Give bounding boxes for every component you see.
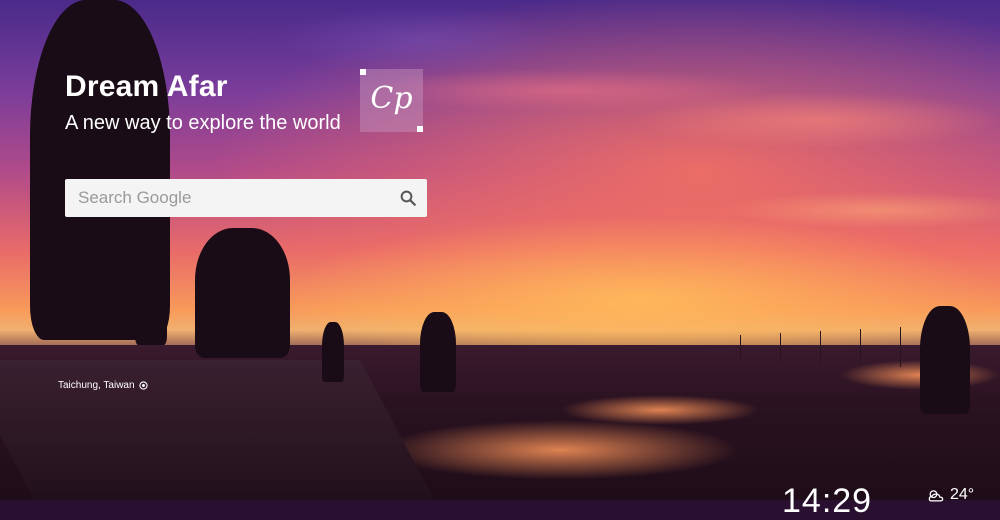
app-tagline: A new way to explore the world	[65, 112, 341, 134]
fence-pole	[820, 331, 821, 363]
location-target-icon[interactable]	[138, 381, 148, 390]
logo-corner	[360, 69, 366, 75]
clock-time: 14:29	[782, 482, 873, 520]
app-title: Dream Afar	[65, 70, 228, 103]
person-silhouette	[420, 312, 456, 392]
person-silhouette	[322, 322, 344, 382]
search-bar[interactable]	[65, 179, 427, 217]
fence-pole	[860, 329, 861, 365]
water-reflection	[380, 420, 740, 480]
photo-location[interactable]: Taichung, Taiwan	[58, 380, 148, 391]
fence-pole	[740, 335, 741, 360]
search-input[interactable]	[65, 179, 398, 217]
brand-header: Dream Afar A new way to explore the worl…	[65, 70, 341, 135]
fence-pole	[900, 327, 901, 367]
weather-temperature: 24°	[950, 486, 975, 503]
person-silhouette	[195, 228, 290, 358]
water-reflection	[560, 395, 760, 425]
logo-corner	[417, 126, 423, 132]
person-silhouette	[135, 255, 167, 345]
logo[interactable]: Cp	[360, 69, 423, 132]
fence-pole	[780, 333, 781, 361]
partly-cloudy-icon	[928, 490, 944, 502]
person-silhouette	[920, 306, 970, 414]
weather-widget[interactable]: 24°	[926, 486, 974, 504]
logo-text: Cp	[370, 81, 413, 116]
location-label: Taichung, Taiwan	[58, 380, 135, 391]
search-icon[interactable]	[399, 189, 417, 207]
